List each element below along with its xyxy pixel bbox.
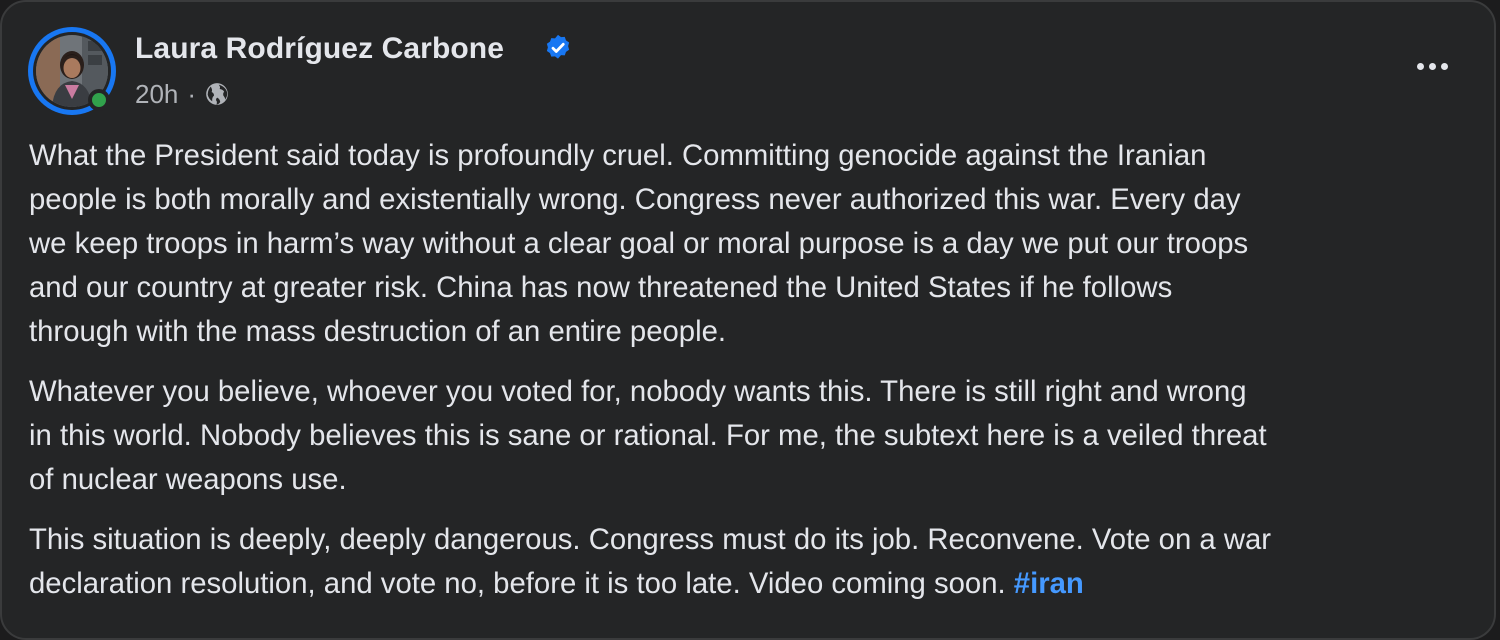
text-line: we keep troops in harm’s way without a c… [29,227,1249,260]
more-options-icon [1416,62,1424,70]
text-line: declaration resolution, and vote no, bef… [29,562,1479,606]
text-line: through with the mass destruction of an … [29,315,727,348]
text-line: Whatever you believe, whoever you voted … [29,375,1247,408]
post-card: Laura Rodríguez Carbone 20h · What the P… [0,0,1496,640]
text-line: in this world. Nobody believes this is s… [29,419,1267,452]
text-line-segment: declaration resolution, and vote no, bef… [29,567,1014,600]
text-line: What the President said today is profoun… [29,139,1207,172]
post-timestamp[interactable]: 20h [135,79,178,110]
post-paragraph: What the President said today is profoun… [29,134,1479,354]
author-name[interactable]: Laura Rodríguez Carbone [135,32,504,66]
meta-separator: · [187,78,197,109]
post-body: What the President said today is profoun… [29,134,1479,606]
text-line: of nuclear weapons use. [29,463,347,496]
globe-icon[interactable] [204,81,230,107]
online-status-dot [88,89,110,111]
text-line: people is both morally and existentially… [29,183,1241,216]
hashtag-link[interactable]: #iran [1014,567,1084,600]
text-line: This situation is deeply, deeply dangero… [29,523,1272,556]
more-options-button[interactable] [1408,50,1456,82]
post-paragraph: This situation is deeply, deeply dangero… [29,518,1479,606]
text-line: and our country at greater risk. China h… [29,271,1173,304]
verified-badge-icon [546,34,570,59]
post-meta: 20h · [135,78,230,110]
post-paragraph: Whatever you believe, whoever you voted … [29,370,1479,502]
